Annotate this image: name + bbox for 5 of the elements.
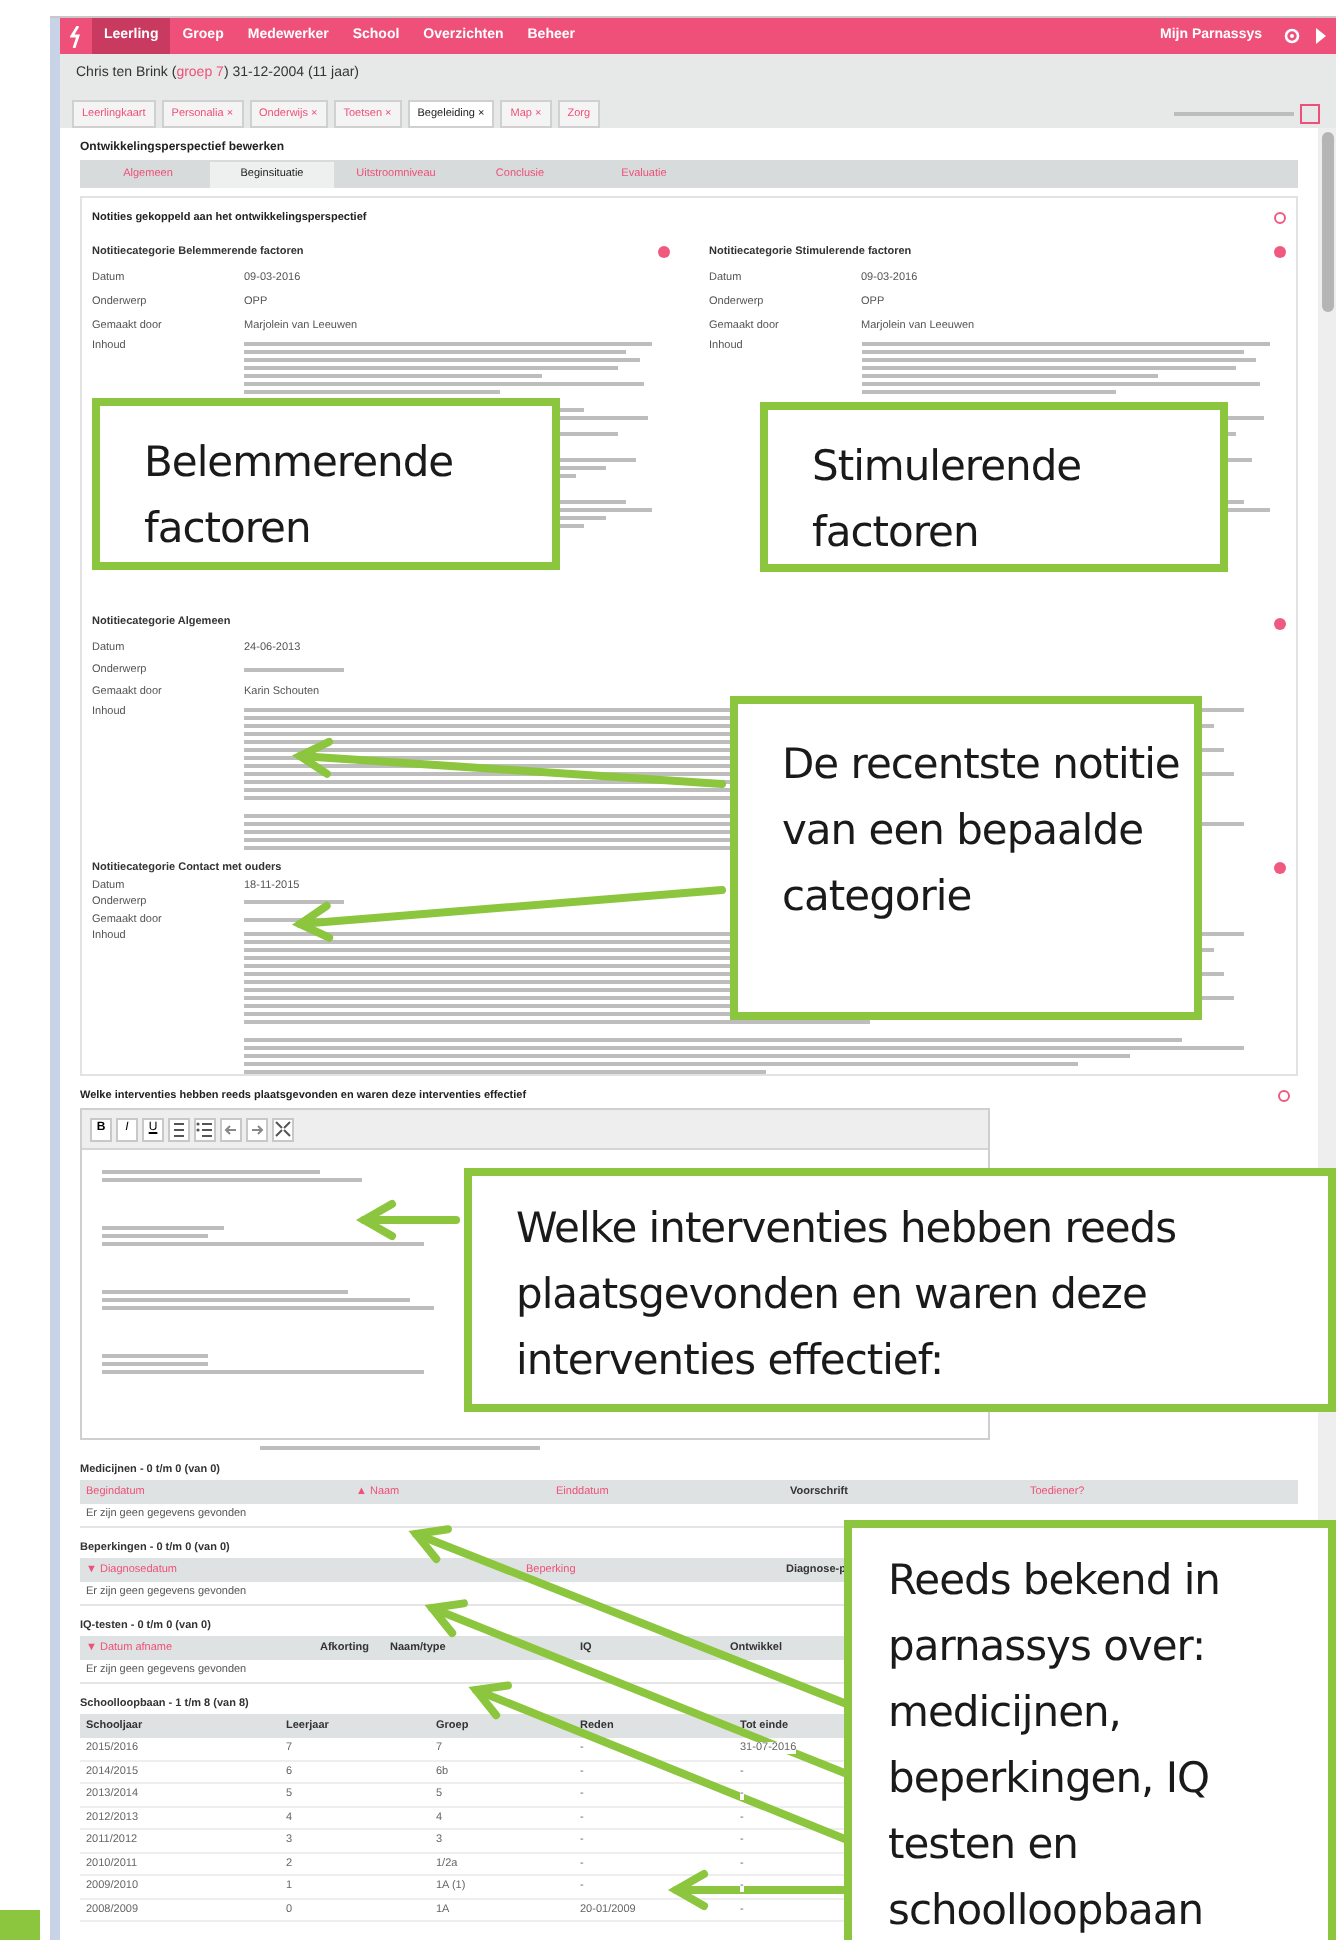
callout-text: Stimulerende factoren bbox=[812, 440, 1084, 560]
callout-text: Reeds bekend in parnassys over: medicijnen, beperkingen, IQ testen en schoolloopbaan bbox=[888, 1554, 1222, 1938]
callout-text: Welke interventies hebben reeds plaatsgevonden en waren deze interventies effectief: bbox=[516, 1202, 1179, 1388]
callout-text: De recentste notitie van een bepaalde categorie bbox=[782, 738, 1182, 924]
callout-text: Belemmerende factoren bbox=[144, 436, 456, 556]
